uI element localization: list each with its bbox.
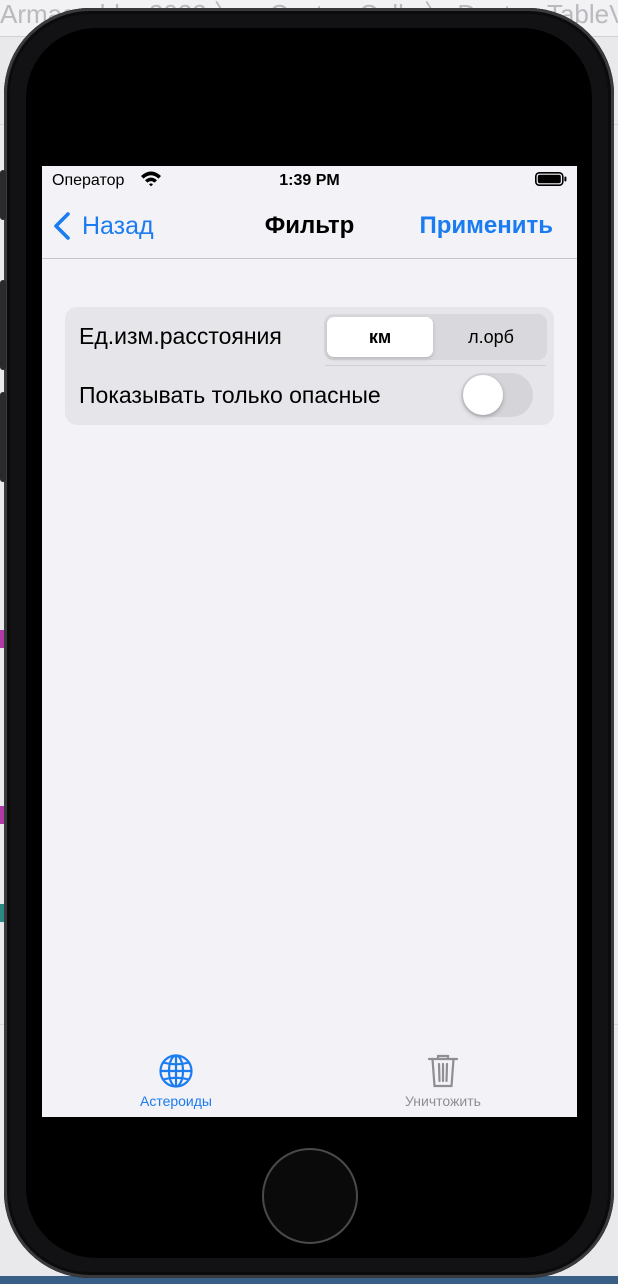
battery-icon xyxy=(535,172,567,186)
segment-lunar-orbit[interactable]: л.орб xyxy=(438,317,544,357)
navigation-bar: Назад Фильтр Применить xyxy=(42,196,577,259)
tab-asteroids[interactable]: Астероиды xyxy=(96,1053,256,1117)
dangerous-only-label: Показывать только опасные xyxy=(79,382,381,408)
status-time: 1:39 PM xyxy=(279,172,340,189)
settings-card: Ед.изм.расстояния км л.орб Показывать то… xyxy=(65,307,554,425)
mute-switch xyxy=(0,170,6,220)
tab-destroy-label: Уничтожить xyxy=(405,1093,481,1109)
globe-icon xyxy=(159,1054,193,1088)
distance-units-segmented-control[interactable]: км л.орб xyxy=(324,314,547,360)
row-divider xyxy=(325,365,546,366)
status-bar: Оператор 1:39 PM xyxy=(42,166,577,196)
apply-button[interactable]: Применить xyxy=(419,212,553,240)
tab-bar: Астероиды Уничтожить xyxy=(42,1039,577,1117)
simulator-screen: Оператор 1:39 PM Назад Фильтр Применить … xyxy=(42,166,577,1117)
distance-units-label: Ед.изм.расстояния xyxy=(79,323,282,349)
toggle-knob xyxy=(463,375,503,415)
segment-km[interactable]: км xyxy=(327,317,433,357)
volume-down-button xyxy=(0,392,6,482)
tab-destroy[interactable]: Уничтожить xyxy=(363,1053,523,1117)
dangerous-only-toggle[interactable] xyxy=(461,373,533,417)
tab-asteroids-label: Астероиды xyxy=(139,1093,212,1109)
trash-icon xyxy=(427,1054,459,1088)
volume-up-button xyxy=(0,280,6,370)
home-button[interactable] xyxy=(262,1148,358,1244)
